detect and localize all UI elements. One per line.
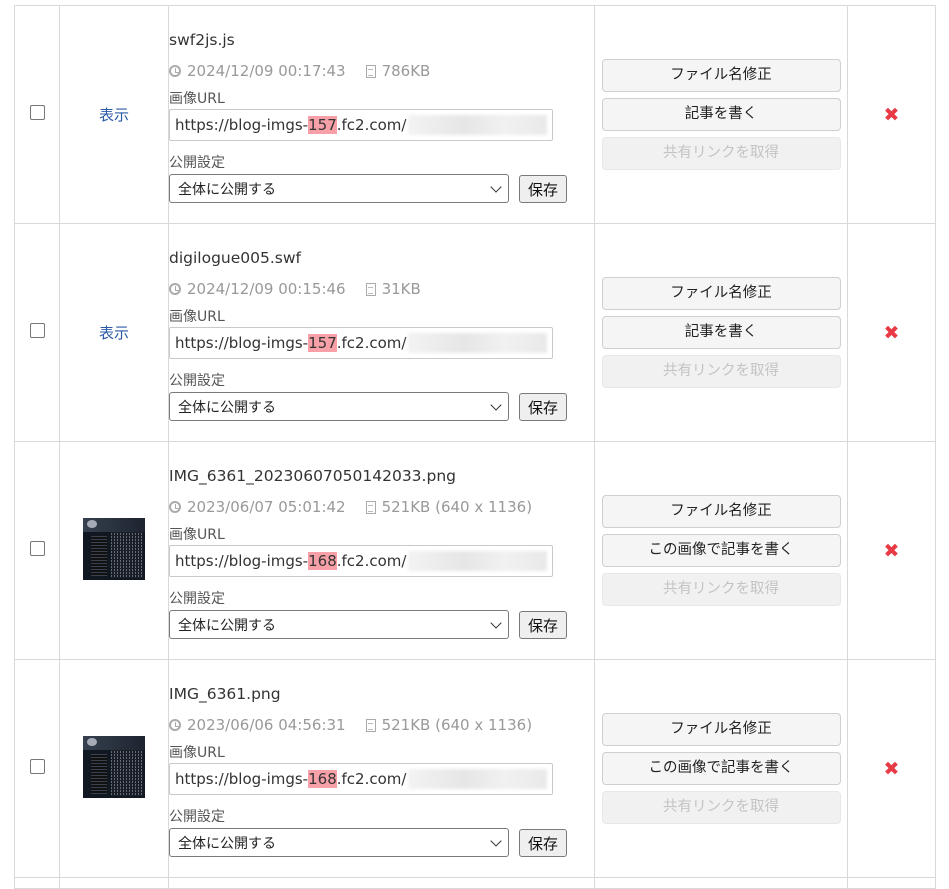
document-icon bbox=[365, 282, 376, 296]
image-thumbnail[interactable] bbox=[83, 517, 145, 580]
blurred-path bbox=[408, 333, 547, 353]
file-row: IMG_6361.png 2023/06/06 04:56:31 521KB (… bbox=[14, 659, 936, 878]
rename-file-button[interactable]: ファイル名修正 bbox=[601, 495, 841, 528]
file-name: swf2js.js bbox=[169, 31, 235, 49]
upload-date: 2023/06/07 05:01:42 bbox=[187, 498, 346, 516]
publish-setting-label: 公開設定 bbox=[169, 591, 225, 607]
image-url-label: 画像URL bbox=[169, 527, 225, 543]
server-number-highlight: 157 bbox=[308, 334, 337, 352]
chevron-down-icon bbox=[490, 398, 502, 411]
row-checkbox[interactable] bbox=[29, 541, 45, 556]
delete-x-icon[interactable]: ✖ bbox=[884, 540, 900, 562]
file-size: 786KB bbox=[381, 62, 431, 80]
file-table: 表示 swf2js.js 2024/12/09 00:17:43 786KB 画… bbox=[14, 5, 936, 889]
save-button[interactable]: 保存 bbox=[519, 393, 567, 421]
image-url-field[interactable]: https://blog-imgs- 168 .fc2.com/ bbox=[169, 763, 553, 795]
row-checkbox[interactable] bbox=[29, 759, 45, 774]
file-row: 表示 digilogue005.swf 2024/12/09 00:15:46 … bbox=[14, 223, 936, 442]
delete-x-icon[interactable]: ✖ bbox=[884, 104, 900, 126]
save-button[interactable]: 保存 bbox=[519, 175, 567, 203]
save-button[interactable]: 保存 bbox=[519, 829, 567, 857]
file-meta: 2024/12/09 00:15:46 31KB bbox=[169, 280, 421, 298]
chevron-down-icon bbox=[490, 616, 502, 629]
get-share-link-button[interactable]: 共有リンクを取得 bbox=[601, 137, 841, 170]
row-checkbox[interactable] bbox=[29, 105, 45, 120]
delete-x-icon[interactable]: ✖ bbox=[884, 758, 900, 780]
clock-icon bbox=[169, 719, 181, 731]
rename-file-button[interactable]: ファイル名修正 bbox=[601, 277, 841, 310]
publish-setting-label: 公開設定 bbox=[169, 373, 225, 389]
publish-setting-select[interactable]: 全体に公開する bbox=[169, 392, 509, 421]
blurred-path bbox=[408, 551, 547, 571]
file-name: digilogue005.swf bbox=[169, 249, 301, 267]
server-number-highlight: 168 bbox=[308, 552, 337, 570]
write-article-button[interactable]: 記事を書く bbox=[601, 98, 841, 131]
publish-setting-select[interactable]: 全体に公開する bbox=[169, 174, 509, 203]
blurred-path bbox=[408, 115, 547, 135]
upload-date: 2023/06/06 04:56:31 bbox=[187, 716, 346, 734]
delete-x-icon[interactable]: ✖ bbox=[884, 322, 900, 344]
document-icon bbox=[365, 500, 376, 514]
write-article-button[interactable]: 記事を書く bbox=[601, 316, 841, 349]
clock-icon bbox=[169, 283, 181, 295]
image-url-label: 画像URL bbox=[169, 91, 225, 107]
rename-file-button[interactable]: ファイル名修正 bbox=[601, 59, 841, 92]
server-number-highlight: 168 bbox=[308, 770, 337, 788]
chevron-down-icon bbox=[490, 834, 502, 847]
blurred-path bbox=[408, 769, 547, 789]
write-article-with-image-button[interactable]: この画像で記事を書く bbox=[601, 752, 841, 785]
publish-setting-label: 公開設定 bbox=[169, 809, 225, 825]
clock-icon bbox=[169, 501, 181, 513]
next-row-partial bbox=[14, 877, 936, 889]
publish-setting-select[interactable]: 全体に公開する bbox=[169, 610, 509, 639]
file-size: 31KB bbox=[381, 280, 421, 298]
get-share-link-button[interactable]: 共有リンクを取得 bbox=[601, 791, 841, 824]
file-name: IMG_6361_20230607050142033.png bbox=[169, 467, 456, 485]
file-size: 521KB (640 x 1136) bbox=[381, 716, 533, 734]
view-link[interactable]: 表示 bbox=[99, 324, 129, 342]
image-url-field[interactable]: https://blog-imgs- 168 .fc2.com/ bbox=[169, 545, 553, 577]
server-number-highlight: 157 bbox=[308, 116, 337, 134]
upload-date: 2024/12/09 00:15:46 bbox=[187, 280, 346, 298]
get-share-link-button[interactable]: 共有リンクを取得 bbox=[601, 573, 841, 606]
file-row: IMG_6361_20230607050142033.png 2023/06/0… bbox=[14, 441, 936, 660]
file-meta: 2024/12/09 00:17:43 786KB bbox=[169, 62, 430, 80]
row-checkbox[interactable] bbox=[29, 323, 45, 338]
view-link[interactable]: 表示 bbox=[99, 106, 129, 124]
get-share-link-button[interactable]: 共有リンクを取得 bbox=[601, 355, 841, 388]
file-meta: 2023/06/06 04:56:31 521KB (640 x 1136) bbox=[169, 716, 532, 734]
publish-setting-select[interactable]: 全体に公開する bbox=[169, 828, 509, 857]
file-meta: 2023/06/07 05:01:42 521KB (640 x 1136) bbox=[169, 498, 532, 516]
file-name: IMG_6361.png bbox=[169, 685, 281, 703]
document-icon bbox=[365, 718, 376, 732]
document-icon bbox=[365, 64, 376, 78]
image-url-label: 画像URL bbox=[169, 745, 225, 761]
image-url-field[interactable]: https://blog-imgs- 157 .fc2.com/ bbox=[169, 327, 553, 359]
chevron-down-icon bbox=[490, 180, 502, 193]
image-url-label: 画像URL bbox=[169, 309, 225, 325]
upload-date: 2024/12/09 00:17:43 bbox=[187, 62, 346, 80]
image-thumbnail[interactable] bbox=[83, 735, 145, 798]
save-button[interactable]: 保存 bbox=[519, 611, 567, 639]
clock-icon bbox=[169, 65, 181, 77]
write-article-with-image-button[interactable]: この画像で記事を書く bbox=[601, 534, 841, 567]
image-url-field[interactable]: https://blog-imgs- 157 .fc2.com/ bbox=[169, 109, 553, 141]
publish-setting-label: 公開設定 bbox=[169, 155, 225, 171]
file-size: 521KB (640 x 1136) bbox=[381, 498, 533, 516]
rename-file-button[interactable]: ファイル名修正 bbox=[601, 713, 841, 746]
file-row: 表示 swf2js.js 2024/12/09 00:17:43 786KB 画… bbox=[14, 5, 936, 224]
